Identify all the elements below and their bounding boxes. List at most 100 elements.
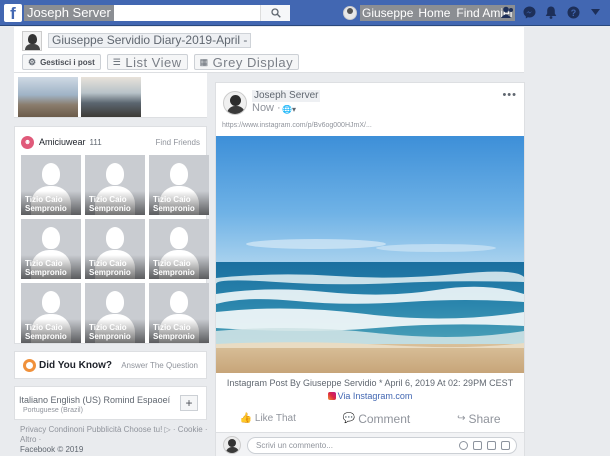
messenger-icon[interactable] bbox=[522, 4, 536, 20]
emoji-icon[interactable] bbox=[459, 441, 468, 450]
top-navigation-bar: f Joseph Server Giuseppe Home Find Amiel… bbox=[0, 0, 610, 26]
friends-title[interactable]: Amiciuwear bbox=[39, 137, 86, 147]
home-link[interactable]: Home bbox=[415, 5, 454, 21]
grid-icon: ▦ bbox=[199, 56, 209, 67]
friend-silhouette bbox=[42, 163, 60, 185]
top-icon-group: ? bbox=[500, 4, 602, 20]
manage-posts-button[interactable]: ⚙ Gestisci i post bbox=[22, 54, 101, 70]
list-view-label: List View bbox=[125, 54, 182, 70]
grid-view-button[interactable]: ▦ Grey Display bbox=[193, 54, 300, 70]
friends-card: ☻ Amiciuwear 111 Find Friends Tizio Caio… bbox=[14, 126, 209, 344]
search-icon bbox=[270, 8, 281, 18]
thumbs-up-icon: 👍 bbox=[239, 413, 252, 424]
settings-icon: ⚙ bbox=[28, 56, 37, 67]
friend-name: Tizio Caio Sempronio bbox=[25, 323, 67, 341]
facebook-logo[interactable]: f bbox=[4, 4, 22, 22]
grid-view-label: Grey Display bbox=[212, 54, 294, 70]
timeline-header-card: Giuseppe Servidio Diary-2019-April - ⚙ G… bbox=[14, 27, 524, 73]
list-view-button[interactable]: ☰ List View bbox=[106, 54, 188, 70]
answer-question-link[interactable]: Answer The Question bbox=[121, 361, 198, 370]
user-shortcuts: Giuseppe Home Find Amiel bbox=[343, 5, 516, 21]
help-icon[interactable]: ? bbox=[566, 4, 580, 20]
more-options-icon[interactable]: ••• bbox=[502, 89, 517, 101]
friends-icon: ☻ bbox=[21, 135, 34, 149]
did-you-know-card: Did You Know? Answer The Question bbox=[14, 351, 207, 379]
gif-icon[interactable] bbox=[487, 441, 496, 450]
footer-links[interactable]: Privacy Condinoni Pubblicità Choose tu! … bbox=[20, 425, 208, 445]
sticker-icon[interactable] bbox=[501, 441, 510, 450]
did-you-know-title: Did You Know? bbox=[39, 360, 112, 371]
friend-name: Tizio Caio Sempronio bbox=[89, 259, 131, 277]
friend-name: Tizio Caio Sempronio bbox=[153, 195, 195, 213]
photos-card bbox=[14, 73, 207, 118]
like-button[interactable]: 👍 Like That bbox=[239, 413, 295, 424]
friend-requests-icon[interactable] bbox=[500, 4, 514, 20]
post-action-bar: 👍 Like That 💬 Comment ↪ Share bbox=[216, 409, 524, 427]
post-author-avatar[interactable] bbox=[223, 91, 247, 115]
friend-tile[interactable]: Tizio Caio Sempronio bbox=[21, 219, 81, 279]
comment-composer: Scrivi un commento... bbox=[216, 432, 524, 456]
friend-tile[interactable]: Tizio Caio Sempronio bbox=[149, 155, 209, 215]
comment-button[interactable]: 💬 Comment bbox=[343, 412, 410, 426]
post-photo-beach[interactable] bbox=[216, 136, 524, 373]
comment-input[interactable]: Scrivi un commento... bbox=[247, 437, 517, 454]
like-label: Like That bbox=[254, 413, 296, 424]
post-timestamp[interactable]: Now · bbox=[252, 102, 281, 114]
commenter-avatar[interactable] bbox=[223, 436, 241, 454]
friend-name: Tizio Caio Sempronio bbox=[153, 323, 195, 341]
user-avatar[interactable] bbox=[343, 6, 357, 20]
via-instagram-label: Via Instagram.com bbox=[337, 391, 413, 401]
dropdown-caret-icon[interactable] bbox=[588, 4, 602, 20]
language-link-portuguese[interactable]: Portuguese (Brazil) bbox=[23, 407, 83, 414]
friend-name: Tizio Caio Sempronio bbox=[25, 195, 67, 213]
friend-silhouette bbox=[170, 163, 188, 185]
friend-silhouette bbox=[106, 163, 124, 185]
audience-globe-icon[interactable]: 🌐▾ bbox=[282, 105, 296, 114]
friends-card-header: ☻ Amiciuwear 111 Find Friends bbox=[21, 135, 200, 149]
friend-silhouette bbox=[106, 291, 124, 313]
comment-icon: 💬 bbox=[342, 413, 356, 424]
friend-name: Tizio Caio Sempronio bbox=[89, 323, 131, 341]
friend-silhouette bbox=[42, 291, 60, 313]
language-links[interactable]: Italiano English (US) Romind Espaoeí bbox=[19, 395, 170, 405]
photo-thumbnail[interactable] bbox=[81, 77, 141, 117]
friend-tile[interactable]: Tizio Caio Sempronio bbox=[85, 155, 145, 215]
question-icon bbox=[23, 359, 36, 372]
manage-posts-label: Gestisci i post bbox=[40, 57, 95, 67]
post-caption: Instagram Post By Giuseppe Servidio * Ap… bbox=[226, 378, 514, 388]
post-link-url[interactable]: https://www.instagram.com/p/Bv6og000HJmX… bbox=[222, 122, 372, 129]
photo-thumbnail[interactable] bbox=[18, 77, 78, 117]
camera-icon[interactable] bbox=[473, 441, 482, 450]
friend-tile[interactable]: Tizio Caio Sempronio bbox=[21, 155, 81, 215]
friend-tile[interactable]: Tizio Caio Sempronio bbox=[21, 283, 81, 343]
profile-link[interactable]: Giuseppe bbox=[360, 5, 416, 21]
friend-tile[interactable]: Tizio Caio Sempronio bbox=[149, 283, 209, 343]
view-controls: ⚙ Gestisci i post ☰ List View ▦ Grey Dis… bbox=[22, 54, 300, 70]
svg-text:?: ? bbox=[570, 8, 576, 18]
friend-name: Tizio Caio Sempronio bbox=[153, 259, 195, 277]
footer: Privacy Condinoni Pubblicità Choose tu! … bbox=[20, 425, 208, 455]
search-button[interactable] bbox=[260, 5, 290, 21]
friend-silhouette bbox=[170, 291, 188, 313]
languages-card: Italiano English (US) Romind Espaoeí Por… bbox=[14, 386, 207, 420]
via-instagram-link[interactable]: Via Instagram.com bbox=[216, 391, 524, 401]
comment-placeholder: Scrivi un commento... bbox=[256, 441, 333, 450]
friend-tile[interactable]: Tizio Caio Sempronio bbox=[149, 219, 209, 279]
profile-avatar[interactable] bbox=[22, 31, 42, 51]
friend-tile[interactable]: Tizio Caio Sempronio bbox=[85, 219, 145, 279]
friend-tile[interactable]: Tizio Caio Sempronio bbox=[85, 283, 145, 343]
search-box[interactable]: Joseph Server bbox=[24, 5, 290, 21]
find-friends-link[interactable]: Find Friends bbox=[156, 138, 200, 147]
friend-silhouette bbox=[106, 227, 124, 249]
copyright: Facebook © 2019 bbox=[20, 445, 84, 454]
notifications-icon[interactable] bbox=[544, 4, 558, 20]
add-language-button[interactable]: + bbox=[180, 395, 198, 411]
instagram-icon bbox=[327, 392, 336, 400]
friends-count: 111 bbox=[89, 137, 102, 147]
share-button[interactable]: ↪ Share bbox=[457, 412, 500, 426]
post-card: Joseph Server Now · 🌐▾ ••• https://www.i… bbox=[215, 82, 525, 456]
friend-name: Tizio Caio Sempronio bbox=[89, 195, 131, 213]
post-author-name[interactable]: Joseph Server bbox=[252, 90, 321, 102]
share-label: Share bbox=[468, 411, 501, 426]
search-input[interactable]: Joseph Server bbox=[24, 5, 114, 21]
